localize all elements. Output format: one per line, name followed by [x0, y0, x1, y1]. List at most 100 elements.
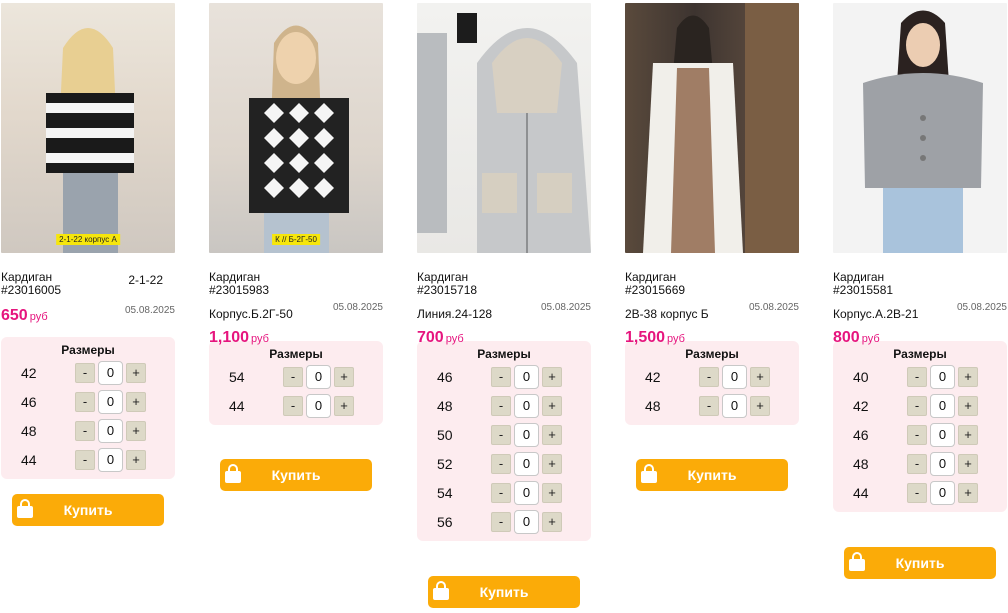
increment-button[interactable]: + [958, 483, 978, 503]
decrement-button[interactable]: - [699, 367, 719, 387]
increment-button[interactable]: + [334, 367, 354, 387]
buy-button[interactable]: Купить [636, 459, 788, 491]
decrement-button[interactable]: - [491, 396, 511, 416]
decrement-button[interactable]: - [283, 367, 303, 387]
quantity-input[interactable]: 0 [930, 394, 955, 418]
quantity-input[interactable]: 0 [98, 448, 123, 472]
sizes-title: Размеры [685, 347, 739, 361]
quantity-input[interactable]: 0 [98, 361, 123, 385]
decrement-button[interactable]: - [75, 363, 95, 383]
size-label: 50 [437, 427, 453, 443]
increment-button[interactable]: + [542, 425, 562, 445]
quantity-input[interactable]: 0 [930, 423, 955, 447]
size-row: 44 -0 + [1, 446, 175, 475]
quantity-input[interactable]: 0 [98, 419, 123, 443]
increment-button[interactable]: + [750, 396, 770, 416]
increment-button[interactable]: + [958, 454, 978, 474]
decrement-button[interactable]: - [699, 396, 719, 416]
quantity-input[interactable]: 0 [98, 390, 123, 414]
decrement-button[interactable]: - [907, 425, 927, 445]
product-price: 800 руб [833, 329, 880, 346]
increment-button[interactable]: + [750, 367, 770, 387]
sizes-panel: Размеры 46-0 + 48-0 + 50-0 + 52-0 + 54-0 + 56… [417, 341, 591, 541]
increment-button[interactable]: + [958, 396, 978, 416]
increment-button[interactable]: + [126, 392, 146, 412]
decrement-button[interactable]: - [907, 483, 927, 503]
buy-button[interactable]: Купить [844, 547, 996, 579]
decrement-button[interactable]: - [907, 367, 927, 387]
decrement-button[interactable]: - [491, 454, 511, 474]
quantity-input[interactable]: 0 [514, 394, 539, 418]
decrement-button[interactable]: - [75, 392, 95, 412]
product-photo[interactable]: К // Б-2Г-50 [209, 3, 383, 253]
buy-label: Купить [271, 467, 321, 483]
size-label: 52 [437, 456, 453, 472]
buy-button[interactable]: Купить [12, 494, 164, 526]
increment-button[interactable]: + [126, 363, 146, 383]
size-row: 48 -0 + [833, 450, 1007, 479]
product-image [249, 25, 349, 253]
product-photo[interactable] [625, 3, 799, 253]
size-label: 46 [21, 394, 37, 410]
product-date: 05.08.2025 [332, 302, 383, 313]
size-label: 42 [21, 365, 37, 381]
decrement-button[interactable]: - [491, 483, 511, 503]
decrement-button[interactable]: - [907, 396, 927, 416]
size-label: 48 [853, 456, 869, 472]
sizes-panel: Размеры 40-0 + 42-0 + 46-0 + 48-0 + 44-0 + [833, 341, 1007, 512]
increment-button[interactable]: + [126, 421, 146, 441]
decrement-button[interactable]: - [75, 450, 95, 470]
size-label: 48 [21, 423, 37, 439]
quantity-input[interactable]: 0 [930, 365, 955, 389]
quantity-input[interactable]: 0 [306, 365, 331, 389]
increment-button[interactable]: + [542, 512, 562, 532]
product-card: Кардиган #23015669 05.08.2025 2В-38 корп… [625, 3, 799, 491]
sizes-title: Размеры [893, 347, 947, 361]
increment-button[interactable]: + [334, 396, 354, 416]
product-card: К // Б-2Г-50 Кардиган #23015983 05.08.20… [209, 3, 383, 491]
quantity-input[interactable]: 0 [514, 510, 539, 534]
size-label: 48 [437, 398, 453, 414]
size-row: 42 -0 + [1, 359, 175, 388]
decrement-button[interactable]: - [491, 512, 511, 532]
decrement-button[interactable]: - [907, 454, 927, 474]
quantity-input[interactable]: 0 [306, 394, 331, 418]
product-photo[interactable] [417, 3, 591, 253]
product-card: Кардиган #23015718 05.08.2025 Линия.24-1… [417, 3, 591, 608]
product-date: 05.08.2025 [748, 302, 799, 313]
buy-label: Купить [479, 584, 529, 600]
product-photo[interactable] [833, 3, 1007, 253]
quantity-input[interactable]: 0 [514, 452, 539, 476]
quantity-input[interactable]: 0 [722, 394, 747, 418]
product-photo[interactable]: 2-1-22 корпус А [1, 3, 175, 253]
size-label: 40 [853, 369, 869, 385]
product-code: #23015669 [625, 283, 686, 297]
buy-button[interactable]: Купить [428, 576, 580, 608]
decrement-button[interactable]: - [75, 421, 95, 441]
buy-button[interactable]: Купить [220, 459, 372, 491]
product-price: 1,100 руб [209, 329, 269, 346]
size-row: 46 -0 + [1, 388, 175, 417]
quantity-input[interactable]: 0 [722, 365, 747, 389]
quantity-input[interactable]: 0 [514, 365, 539, 389]
increment-button[interactable]: + [542, 483, 562, 503]
quantity-input[interactable]: 0 [514, 481, 539, 505]
quantity-input[interactable]: 0 [514, 423, 539, 447]
increment-button[interactable]: + [126, 450, 146, 470]
size-label: 54 [229, 369, 245, 385]
size-label: 42 [853, 398, 869, 414]
decrement-button[interactable]: - [491, 425, 511, 445]
increment-button[interactable]: + [958, 367, 978, 387]
size-label: 54 [437, 485, 453, 501]
increment-button[interactable]: + [542, 454, 562, 474]
product-card: Кардиган #23015581 05.08.2025 Корпус.А.2… [833, 3, 1007, 579]
sizes-title: Размеры [61, 343, 115, 357]
increment-button[interactable]: + [542, 396, 562, 416]
decrement-button[interactable]: - [283, 396, 303, 416]
decrement-button[interactable]: - [491, 367, 511, 387]
quantity-input[interactable]: 0 [930, 452, 955, 476]
increment-button[interactable]: + [542, 367, 562, 387]
increment-button[interactable]: + [958, 425, 978, 445]
quantity-input[interactable]: 0 [930, 481, 955, 505]
size-row: 48 -0 + [1, 417, 175, 446]
